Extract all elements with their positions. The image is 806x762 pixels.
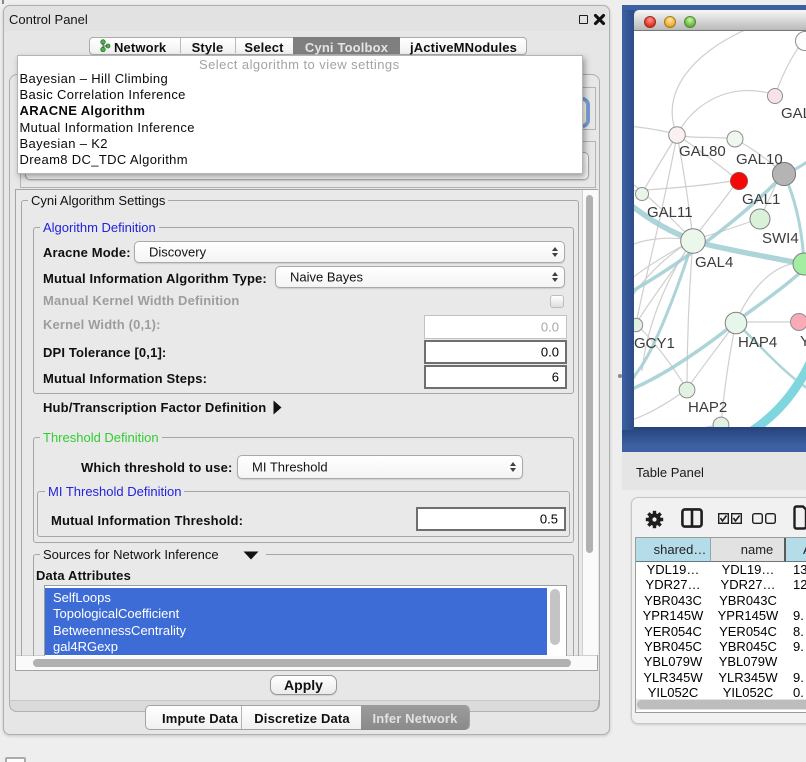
svg-text:HAP4: HAP4 — [738, 334, 777, 351]
svg-text:GCY1: GCY1 — [634, 335, 675, 352]
svg-text:Y: Y — [800, 333, 806, 350]
svg-text:HAP2: HAP2 — [688, 399, 727, 416]
svg-text:GAL80: GAL80 — [679, 143, 726, 160]
svg-text:GAL2: GAL2 — [781, 105, 806, 122]
svg-text:GAL1: GAL1 — [742, 191, 780, 208]
svg-text:GAL4: GAL4 — [695, 254, 733, 271]
svg-text:GAL10: GAL10 — [736, 151, 783, 168]
svg-text:SWI4: SWI4 — [762, 230, 799, 247]
svg-text:GAL11: GAL11 — [647, 204, 693, 221]
